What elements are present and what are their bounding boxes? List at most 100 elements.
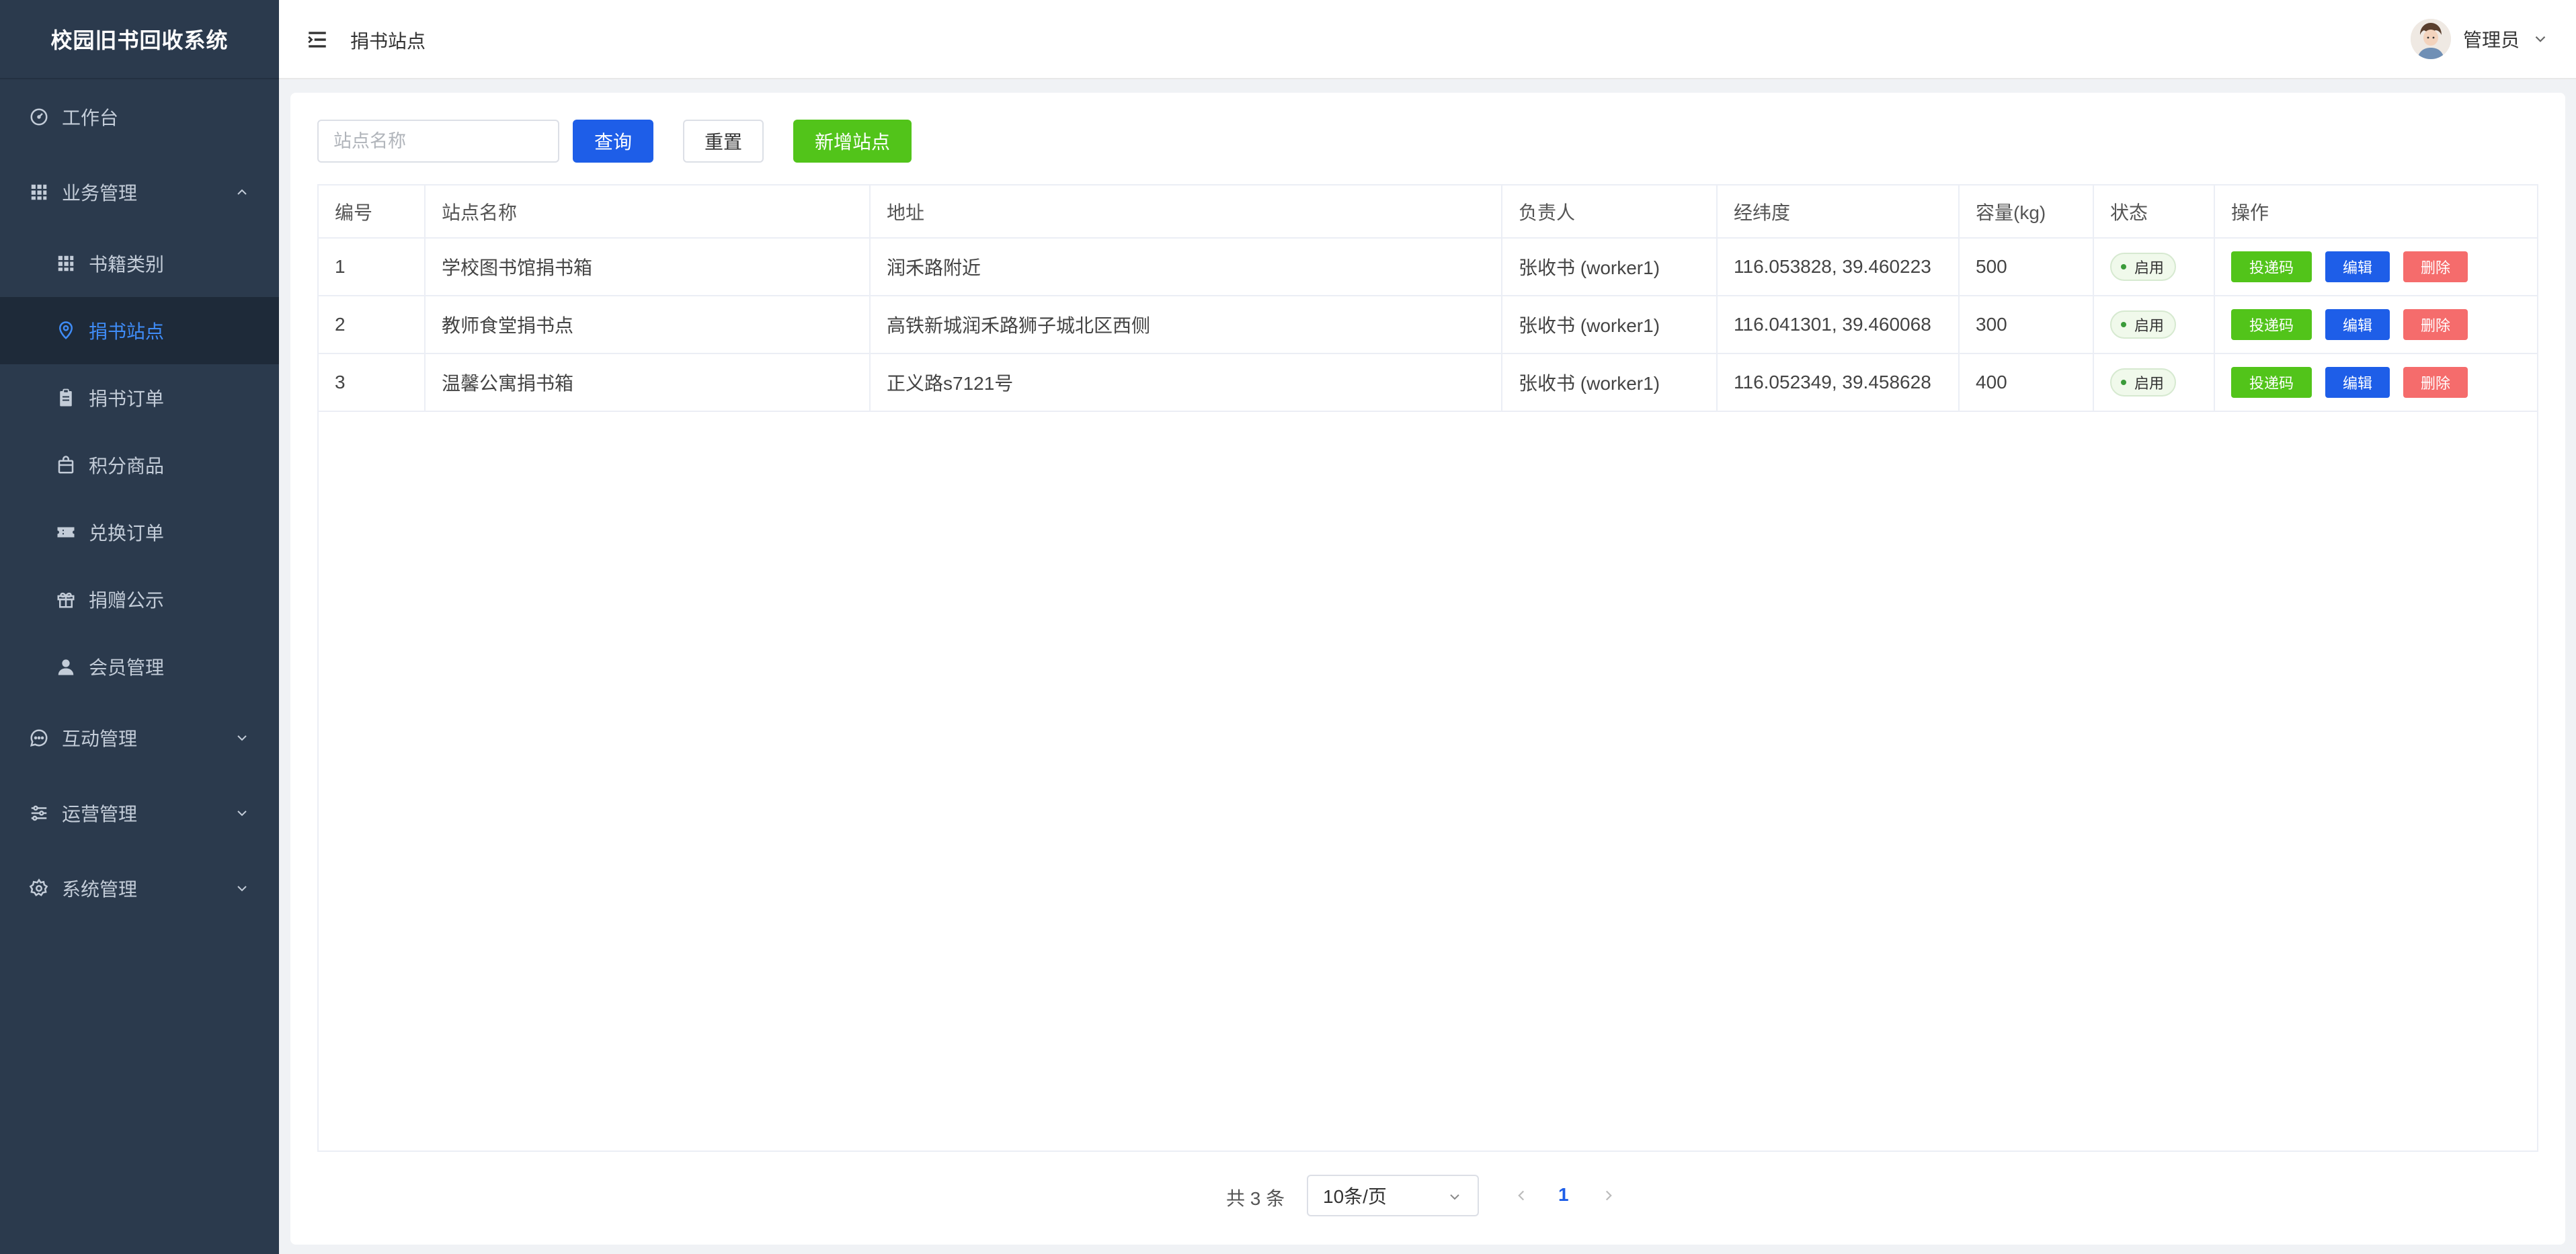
app-title: 校园旧书回收系统 xyxy=(0,0,279,79)
chat-icon xyxy=(27,726,51,750)
column-header-id: 编号 xyxy=(319,185,426,239)
prev-page-icon[interactable] xyxy=(1513,1187,1530,1204)
page-title: 捐书站点 xyxy=(350,31,426,52)
delete-button[interactable]: 删除 xyxy=(2403,367,2468,398)
status-badge: 启用 xyxy=(2110,368,2177,396)
column-header-actions: 操作 xyxy=(2214,185,2537,239)
column-header-capacity: 容量(kg) xyxy=(1959,185,2094,239)
gift-icon xyxy=(54,587,78,612)
table-row: 2 教师食堂捐书点 高铁新城润禾路狮子城北区西侧 张收书 (worker1) 1… xyxy=(319,296,2537,354)
status-text: 启用 xyxy=(2134,375,2165,392)
user-menu[interactable]: 管理员 xyxy=(2410,17,2549,60)
sidebar-item-label: 捐书站点 xyxy=(89,321,165,342)
cell-name: 温馨公寓捐书箱 xyxy=(425,353,871,412)
sidebar-item-dashboard[interactable]: 工作台 xyxy=(0,79,279,155)
table-row: 1 学校图书馆捐书箱 润禾路附近 张收书 (worker1) 116.05382… xyxy=(319,238,2537,296)
user-name: 管理员 xyxy=(2462,30,2520,50)
sidebar-item-donation-orders[interactable]: 捐书订单 xyxy=(0,364,279,431)
cell-address: 润禾路附近 xyxy=(870,238,1502,296)
cell-address: 正义路s7121号 xyxy=(870,353,1502,412)
sidebar-item-label: 兑换订单 xyxy=(89,523,165,544)
reset-button[interactable]: 重置 xyxy=(683,120,764,163)
sidebar-item-label: 运营管理 xyxy=(62,804,138,825)
edit-button[interactable]: 编辑 xyxy=(2325,251,2390,282)
sidebar-item-label: 互动管理 xyxy=(62,728,138,749)
cell-id: 3 xyxy=(319,353,426,412)
delivery-code-button[interactable]: 投递码 xyxy=(2231,251,2312,282)
main-card: 查询 重置 新增站点 编号 站点名称 地址 负责人 经纬度 容量(kg) 状态 … xyxy=(290,93,2565,1245)
menu-toggle-icon[interactable] xyxy=(306,28,329,51)
sidebar-item-label: 工作台 xyxy=(62,108,119,128)
cell-manager: 张收书 (worker1) xyxy=(1502,238,1718,296)
total-count: 共 3 条 xyxy=(1226,1188,1285,1209)
cell-name: 学校图书馆捐书箱 xyxy=(425,238,871,296)
avatar xyxy=(2410,19,2451,59)
cell-coordinates: 116.041301, 39.460068 xyxy=(1717,296,1960,354)
sidebar-item-label: 业务管理 xyxy=(62,183,138,204)
column-header-name: 站点名称 xyxy=(425,185,871,239)
delete-button[interactable]: 删除 xyxy=(2403,251,2468,282)
sidebar-item-members[interactable]: 会员管理 xyxy=(0,633,279,700)
add-station-button[interactable]: 新增站点 xyxy=(793,120,912,163)
sidebar-item-label: 会员管理 xyxy=(89,657,165,678)
sidebar-item-operations[interactable]: 运营管理 xyxy=(0,776,279,851)
delete-button[interactable]: 删除 xyxy=(2403,309,2468,340)
cell-actions: 投递码 编辑 删除 xyxy=(2214,353,2537,412)
cell-status: 启用 xyxy=(2093,238,2215,296)
page-size-select[interactable]: 10条/页 xyxy=(1307,1175,1479,1216)
table-header-row: 编号 站点名称 地址 负责人 经纬度 容量(kg) 状态 操作 xyxy=(319,185,2537,239)
sidebar-item-label: 捐赠公示 xyxy=(89,590,165,611)
edit-button[interactable]: 编辑 xyxy=(2325,367,2390,398)
sidebar-item-label: 捐书订单 xyxy=(89,388,165,409)
cell-actions: 投递码 编辑 删除 xyxy=(2214,238,2537,296)
sliders-icon xyxy=(27,801,51,825)
query-button[interactable]: 查询 xyxy=(573,120,653,163)
chevron-down-icon xyxy=(1447,1188,1463,1204)
next-page-icon[interactable] xyxy=(1600,1187,1617,1204)
chevron-down-icon xyxy=(233,880,251,897)
status-dot-icon xyxy=(2121,264,2126,269)
delivery-code-button[interactable]: 投递码 xyxy=(2231,367,2312,398)
gauge-icon xyxy=(27,105,51,129)
column-header-coordinates: 经纬度 xyxy=(1717,185,1960,239)
column-header-manager: 负责人 xyxy=(1502,185,1718,239)
edit-button[interactable]: 编辑 xyxy=(2325,309,2390,340)
status-dot-icon xyxy=(2121,322,2126,327)
chevron-down-icon xyxy=(2532,30,2549,48)
sidebar-item-book-categories[interactable]: 书籍类别 xyxy=(0,230,279,297)
cell-id: 1 xyxy=(319,238,426,296)
pagination: 共 3 条 10条/页 1 xyxy=(290,1175,2565,1216)
column-header-address: 地址 xyxy=(870,185,1502,239)
page-number-current[interactable]: 1 xyxy=(1558,1184,1569,1206)
sidebar-item-system[interactable]: 系统管理 xyxy=(0,851,279,926)
cell-coordinates: 116.053828, 39.460223 xyxy=(1717,238,1960,296)
sidebar-item-business[interactable]: 业务管理 xyxy=(0,155,279,230)
gear-icon xyxy=(27,876,51,901)
page-size-value: 10条/页 xyxy=(1323,1186,1387,1207)
cell-coordinates: 116.052349, 39.458628 xyxy=(1717,353,1960,412)
user-icon xyxy=(54,655,78,679)
sidebar-item-donation-stations[interactable]: 捐书站点 xyxy=(0,297,279,364)
table-row: 3 温馨公寓捐书箱 正义路s7121号 张收书 (worker1) 116.05… xyxy=(319,353,2537,412)
delivery-code-button[interactable]: 投递码 xyxy=(2231,309,2312,340)
sidebar-item-exchange-orders[interactable]: 兑换订单 xyxy=(0,499,279,566)
grid-icon xyxy=(27,180,51,204)
cell-manager: 张收书 (worker1) xyxy=(1502,296,1718,354)
cell-manager: 张收书 (worker1) xyxy=(1502,353,1718,412)
status-dot-icon xyxy=(2121,380,2126,385)
status-text: 启用 xyxy=(2134,259,2165,276)
sidebar: 校园旧书回收系统 工作台 业务管理 书籍类别 捐书站点 捐书订单 积分商品 兑换… xyxy=(0,0,279,1254)
location-pin-icon xyxy=(54,319,78,343)
sidebar-item-donation-notice[interactable]: 捐赠公示 xyxy=(0,566,279,633)
sidebar-item-label: 系统管理 xyxy=(62,879,138,900)
sidebar-item-points-products[interactable]: 积分商品 xyxy=(0,431,279,499)
grid-icon xyxy=(54,251,78,276)
column-header-status: 状态 xyxy=(2093,185,2215,239)
stations-table: 编号 站点名称 地址 负责人 经纬度 容量(kg) 状态 操作 1 学校图书馆捐… xyxy=(317,184,2538,1152)
cell-name: 教师食堂捐书点 xyxy=(425,296,871,354)
sidebar-item-interaction[interactable]: 互动管理 xyxy=(0,700,279,776)
station-name-search-input[interactable] xyxy=(317,120,559,163)
chevron-up-icon xyxy=(233,183,251,201)
cell-status: 启用 xyxy=(2093,353,2215,412)
clipboard-icon xyxy=(54,386,78,410)
